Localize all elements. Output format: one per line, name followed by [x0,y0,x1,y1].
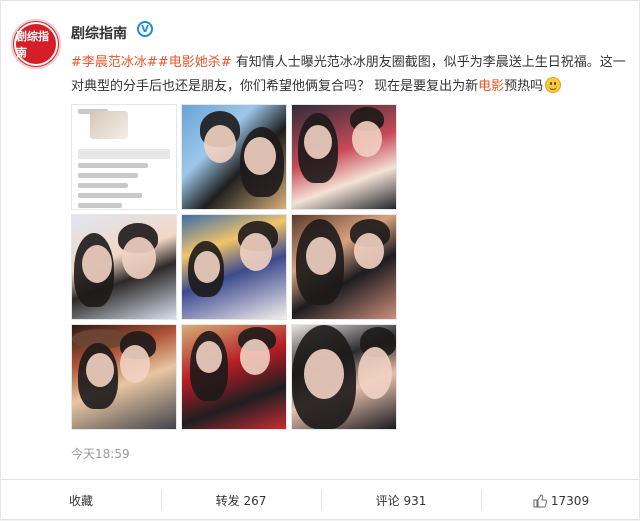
hashtag-link[interactable]: #电影她杀# [158,55,232,70]
like-button[interactable]: 17309 [481,480,640,521]
username-link[interactable]: 剧综指南 [71,23,127,43]
photo-thumbnail[interactable] [71,214,177,320]
like-count: 17309 [550,493,590,508]
photo-thumbnail[interactable] [291,214,397,320]
photo-thumbnail[interactable] [181,104,287,210]
comment-button[interactable]: 评论 931 [321,480,481,521]
photo-thumbnail[interactable] [181,214,287,320]
post-body-text-end: 预热吗 [504,79,544,94]
smile-emoji-icon [545,77,562,93]
post-text: #李晨范冰冰##电影她杀# 有知情人士曝光范冰冰朋友圈截图，似乎为李晨送上生日祝… [71,51,631,99]
avatar[interactable]: 剧综指南 [11,19,61,69]
photo-thumbnail[interactable] [71,324,177,430]
photo-thumbnail-screenshot[interactable] [71,104,177,210]
photo-grid [71,104,399,431]
keyword-link[interactable]: 电影 [478,79,504,94]
hashtag-link[interactable]: #李晨范冰冰# [71,55,158,70]
photo-thumbnail[interactable] [291,104,397,210]
collect-button[interactable]: 收藏 [1,480,161,521]
avatar-logo-text: 剧综指南 [14,22,58,66]
photo-thumbnail[interactable] [291,324,397,430]
verified-badge-icon: V [137,21,153,37]
repost-button[interactable]: 转发 267 [161,480,321,521]
thumbs-up-icon [533,493,548,508]
post-timestamp[interactable]: 今天18:59 [71,445,130,462]
photo-thumbnail[interactable] [181,324,287,430]
weibo-post-card: 剧综指南 剧综指南 V #李晨范冰冰##电影她杀# 有知情人士曝光范冰冰朋友圈截… [0,0,640,520]
